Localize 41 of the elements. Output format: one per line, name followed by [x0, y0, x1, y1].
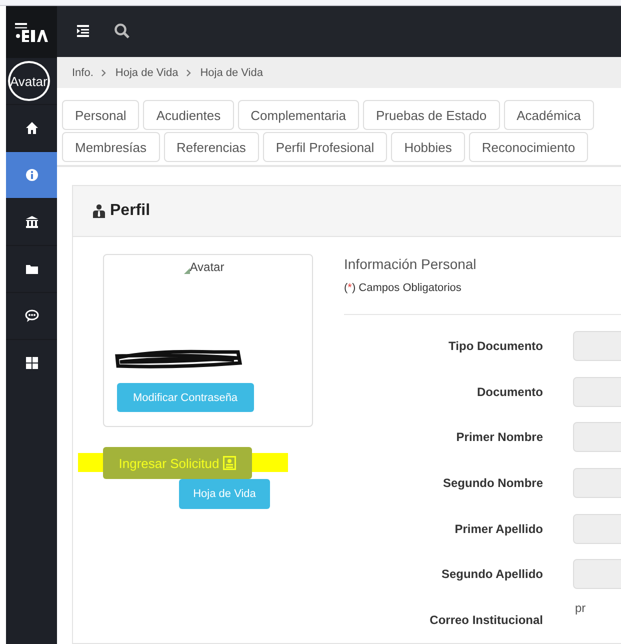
required-note: (*) Campos Obligatorios [344, 282, 462, 294]
tab[interactable]: Referencias [164, 132, 259, 162]
chat-icon [24, 309, 38, 323]
field-value: pr [575, 601, 586, 616]
form-icon [223, 456, 236, 470]
search-icon[interactable] [114, 23, 130, 40]
tab[interactable]: Complementaria [238, 100, 360, 130]
tab[interactable]: Acudientes [143, 100, 234, 130]
chevron-right-icon [101, 68, 108, 77]
field-label: Primer Apellido [454, 522, 543, 536]
sidebar-item[interactable] [6, 151, 57, 198]
field-label: Primer Nombre [455, 430, 543, 444]
user-tie-icon [92, 204, 106, 218]
tab[interactable]: Personal [62, 100, 140, 130]
chevron-right-icon [186, 68, 192, 77]
field-label: Tipo Documento [448, 339, 543, 354]
home-icon [24, 121, 38, 135]
tab[interactable]: Perfil Profesional [262, 132, 388, 162]
tab[interactable]: Membresías [62, 132, 160, 162]
broken-image-icon [184, 268, 190, 274]
field-label: Segundo Apellido [440, 567, 543, 582]
folder-icon [24, 262, 38, 276]
section-title: Información Personal [344, 256, 478, 272]
tab[interactable]: Académica [504, 100, 594, 130]
info-icon [24, 168, 38, 182]
sidebar-toggle-icon[interactable] [76, 24, 90, 38]
grid-icon [24, 356, 38, 370]
breadcrumb-link[interactable]: Hoja de Vida [115, 66, 178, 79]
field-label: Documento [476, 384, 543, 399]
panel-title: Perfil [110, 202, 150, 220]
breadcrumb-link[interactable]: Hoja de Vida [200, 66, 263, 79]
field-label: Correo Institucional [428, 613, 543, 628]
field-label: Segundo Nombre [442, 476, 543, 490]
tab[interactable]: Reconocimiento [468, 132, 588, 162]
tab[interactable]: Pruebas de Estado [363, 100, 500, 130]
university-logo-icon [14, 21, 50, 43]
bank-icon [24, 215, 38, 229]
avatar-image: Avatar [190, 260, 224, 274]
breadcrumb-link[interactable]: Info. [72, 66, 94, 79]
avatar-image[interactable]: Avatar [8, 61, 50, 101]
tab[interactable]: Hobbies [391, 132, 465, 162]
